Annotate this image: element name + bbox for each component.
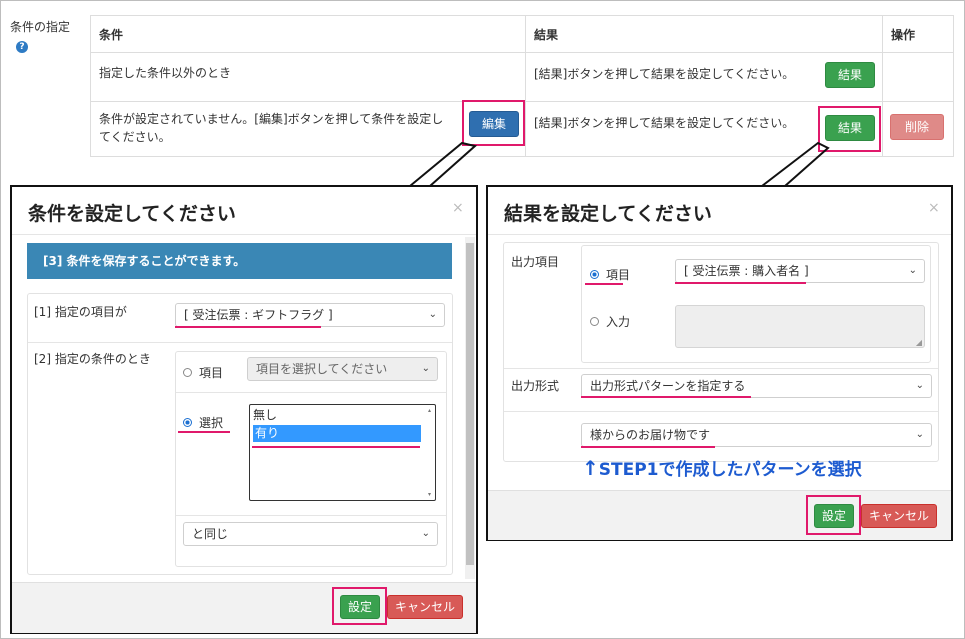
highlight-save-button bbox=[332, 587, 387, 625]
item-label: [1] 指定の項目が bbox=[34, 305, 127, 319]
underline-list-selected bbox=[252, 446, 420, 448]
cancel-button[interactable]: キャンセル bbox=[387, 595, 463, 619]
item-select-disabled[interactable]: 項目を選択してください ⌄ bbox=[247, 357, 438, 381]
result-panel: 出力項目 項目 [ 受注伝票 : 購入者名 ] ⌄ 入力 ◢ 出力形式 出力形式パ… bbox=[503, 242, 939, 462]
output-item-label: 出力項目 bbox=[511, 255, 560, 269]
modal-footer: 設定 キャンセル bbox=[488, 490, 951, 540]
output-item-box: 項目 [ 受注伝票 : 購入者名 ] ⌄ 入力 ◢ bbox=[581, 245, 931, 363]
listbox-scrollbar[interactable]: ▴ ▾ bbox=[428, 407, 434, 498]
arrow-up-icon: ↑ bbox=[582, 456, 599, 480]
chevron-down-icon: ⌄ bbox=[915, 429, 924, 440]
underline-pattern bbox=[581, 446, 715, 448]
radio-item-option[interactable]: 項目 bbox=[590, 266, 630, 283]
chevron-down-icon: ⌄ bbox=[421, 528, 430, 539]
scrollbar-thumb[interactable] bbox=[466, 243, 474, 565]
modal-title: 結果を設定してください bbox=[504, 203, 712, 225]
radio-button-selected[interactable] bbox=[183, 418, 192, 427]
radio-input-option[interactable]: 入力 bbox=[590, 313, 630, 330]
condition-panel: [1] 指定の項目が [ 受注伝票 : ギフトフラグ ] ⌄ [2] 指定の条件の… bbox=[27, 293, 453, 575]
underline-item-select bbox=[175, 326, 321, 328]
item-select[interactable]: [ 受注伝票 : ギフトフラグ ] ⌄ bbox=[175, 303, 445, 327]
close-icon[interactable]: × bbox=[928, 200, 940, 216]
format-label: 出力形式 bbox=[511, 379, 560, 393]
underline-radio-item bbox=[585, 283, 623, 285]
scrollbar[interactable] bbox=[465, 237, 475, 579]
chevron-down-icon: ⌄ bbox=[428, 309, 437, 320]
result-modal: 結果を設定してください × 出力項目 項目 [ 受注伝票 : 購入者名 ] ⌄ 入… bbox=[486, 185, 953, 541]
radio-button[interactable] bbox=[590, 317, 599, 326]
close-icon[interactable]: × bbox=[452, 200, 464, 216]
underline-format bbox=[581, 396, 751, 398]
cancel-button[interactable]: キャンセル bbox=[861, 504, 937, 528]
modal-footer: 設定 キャンセル bbox=[12, 582, 476, 633]
condition-modal: 条件を設定してください × [3] 条件を保存することができます。 [1] 指定… bbox=[10, 185, 478, 634]
chevron-down-icon: ⌄ bbox=[421, 363, 430, 374]
annotation-text: ↑STEP1で作成したパターンを選択 bbox=[582, 456, 862, 480]
format-select[interactable]: 出力形式パターンを指定する ⌄ bbox=[581, 374, 932, 398]
input-textarea[interactable]: ◢ bbox=[675, 305, 925, 348]
radio-button-selected[interactable] bbox=[590, 270, 599, 279]
info-bar: [3] 条件を保存することができます。 bbox=[27, 243, 452, 279]
list-item-selected[interactable]: 有り bbox=[253, 425, 421, 442]
chevron-down-icon: ⌄ bbox=[915, 380, 924, 391]
radio-select-option[interactable]: 選択 bbox=[183, 414, 223, 431]
operator-select[interactable]: と同じ ⌄ bbox=[183, 522, 438, 546]
list-item[interactable]: 無し bbox=[253, 407, 418, 424]
chevron-down-icon: ⌄ bbox=[908, 265, 917, 276]
condition-label: [2] 指定の条件のとき bbox=[34, 352, 151, 366]
options-listbox[interactable]: 無し 有り ▴ ▾ bbox=[249, 404, 436, 501]
underline-radio-select bbox=[178, 431, 230, 433]
underline-output-item bbox=[675, 282, 806, 284]
output-item-select[interactable]: [ 受注伝票 : 購入者名 ] ⌄ bbox=[675, 259, 925, 283]
pattern-select[interactable]: 様からのお届け物です ⌄ bbox=[581, 423, 932, 447]
radio-button[interactable] bbox=[183, 368, 192, 377]
highlight-save-button bbox=[806, 495, 861, 535]
radio-item-option[interactable]: 項目 bbox=[183, 364, 223, 381]
modal-title: 条件を設定してください bbox=[28, 203, 236, 225]
condition-options-box: 項目 項目を選択してください ⌄ 選択 無し 有り ▴ ▾ と同じ ⌄ bbox=[175, 351, 447, 567]
